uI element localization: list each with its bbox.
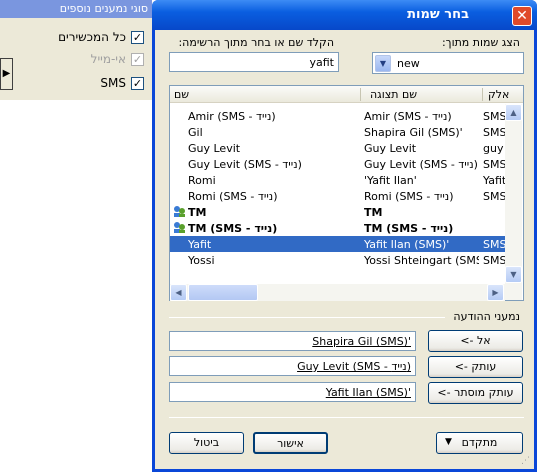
list-item[interactable]: Yossi Yossi Shteingart (SMS)' SMS <box>170 252 505 268</box>
cell-name: Guy Levit (SMS - נייד) <box>188 158 302 171</box>
option-label: כל המכשירים <box>58 30 126 44</box>
chevron-down-icon: ▼ <box>445 437 452 447</box>
cell-display: Romi (SMS - נייד) <box>364 190 454 203</box>
horizontal-scrollbar[interactable]: ◀ ▶ <box>170 284 505 301</box>
show-from-label: הצג שמות מתוך: <box>441 36 520 49</box>
scroll-left-icon[interactable]: ◀ <box>170 284 187 301</box>
list-item[interactable]: Guy Levit (SMS - נייד) Guy Levit (SMS - נ… <box>170 156 505 172</box>
cell-name: Yafit <box>188 238 212 251</box>
bcc-button[interactable]: עותק מוסתר -> <box>428 382 523 404</box>
advanced-button[interactable]: ▼ מתקדם <box>436 432 523 454</box>
cancel-button[interactable]: ביטול <box>169 432 244 454</box>
list-item[interactable]: Romi (SMS - נייד) Romi (SMS - נייד) SMS <box>170 188 505 204</box>
recipient-types-panel: סוגי נמענים נוספים ✓ כל המכשירים ✓ אי-מי… <box>0 0 152 100</box>
cell-display: Yossi Shteingart (SMS)' <box>364 254 479 267</box>
cell-email: SMS <box>483 238 505 251</box>
list-header: שם שם תצוגה אלק <box>170 86 523 103</box>
option-label: SMS <box>100 76 126 90</box>
cell-display: Guy Levit <box>364 142 417 155</box>
resize-grip-icon[interactable]: ⋰ <box>521 456 533 468</box>
cell-email: SMS <box>483 254 505 267</box>
recipients-label: נמעני ההודעה <box>453 310 520 323</box>
cell-email: SMS <box>483 158 505 171</box>
title-bar: בחר שמות ✕ <box>152 0 537 30</box>
cell-name: Romi (SMS - נייד) <box>188 190 278 203</box>
search-input[interactable]: yafit <box>169 52 339 72</box>
dialog-title: בחר שמות <box>407 7 469 22</box>
recipient-types-header: סוגי נמענים נוספים <box>0 0 152 18</box>
cell-display: 'Yafit Ilan' <box>364 174 417 187</box>
cell-email: SMS <box>483 110 505 123</box>
scroll-down-icon[interactable]: ▼ <box>505 266 522 283</box>
checkbox-all-devices[interactable]: ✓ <box>131 31 144 44</box>
list-item[interactable]: Yafit Yafit Ilan (SMS)' SMS <box>170 236 505 252</box>
divider <box>169 317 445 318</box>
scroll-thumb[interactable] <box>188 284 258 301</box>
option-sms[interactable]: ✓ SMS <box>0 75 148 93</box>
cell-name: TM <box>188 206 207 219</box>
close-icon[interactable]: ✕ <box>512 6 532 26</box>
distribution-list-icon <box>173 205 186 218</box>
cell-name: Guy Levit <box>188 142 241 155</box>
contacts-list[interactable]: שם שם תצוגה אלק Amir (SMS - נייד) Amir (S… <box>169 85 524 301</box>
cell-email: Yafit <box>483 174 505 187</box>
select-names-dialog: בחר שמות ✕ הצג שמות מתוך: ▼ new הקלד שם … <box>152 0 537 472</box>
divider <box>169 417 524 418</box>
scroll-right-icon[interactable]: ▶ <box>487 284 504 301</box>
to-field[interactable]: Shapira Gil (SMS)' <box>169 331 416 351</box>
bcc-field[interactable]: Yafit Ilan (SMS)' <box>169 382 416 402</box>
option-email: ✓ אי-מייל <box>0 51 148 69</box>
cell-email: SMS <box>483 190 505 203</box>
cell-email: SMS <box>483 126 505 139</box>
option-label: אי-מייל <box>90 52 126 66</box>
list-item[interactable]: Romi 'Yafit Ilan' Yafit <box>170 172 505 188</box>
column-header-display[interactable]: שם תצוגה <box>370 88 417 101</box>
show-from-select[interactable]: ▼ new <box>372 52 524 74</box>
list-item[interactable]: Amir (SMS - נייד) Amir (SMS - נייד) SMS <box>170 108 505 124</box>
ok-button[interactable]: אישור <box>253 432 328 454</box>
scroll-up-icon[interactable]: ▲ <box>505 104 522 121</box>
list-item[interactable]: Guy Levit Guy Levit guy <box>170 140 505 156</box>
cell-email: guy <box>483 142 504 155</box>
cell-name: TM (SMS - נייד) <box>188 222 278 235</box>
vertical-scrollbar[interactable]: ▲ ▼ <box>505 104 522 300</box>
cell-display: Yafit Ilan (SMS)' <box>364 238 450 251</box>
cell-display: TM <box>364 206 383 219</box>
option-all-devices[interactable]: ✓ כל המכשירים <box>0 29 148 47</box>
cc-button[interactable]: עותק -> <box>428 356 523 378</box>
column-separator[interactable] <box>360 88 361 101</box>
distribution-list-icon <box>173 221 186 234</box>
cell-name: Romi <box>188 174 216 187</box>
chevron-down-icon[interactable]: ▼ <box>375 55 391 72</box>
cell-display: Shapira Gil (SMS)' <box>364 126 463 139</box>
show-from-value: new <box>397 57 420 70</box>
cell-name: Amir (SMS - נייד) <box>188 110 276 123</box>
checkbox-sms[interactable]: ✓ <box>131 77 144 90</box>
column-header-name[interactable]: שם <box>174 88 189 101</box>
list-item[interactable]: TM TM <box>170 204 505 220</box>
search-label: הקלד שם או בחר מתוך הרשימה: <box>178 36 334 49</box>
checkbox-email: ✓ <box>131 53 144 66</box>
dialog-body: הצג שמות מתוך: ▼ new הקלד שם או בחר מתוך… <box>155 30 534 469</box>
expand-arrow-icon[interactable]: ▶ <box>0 58 13 90</box>
list-item[interactable]: Gil Shapira Gil (SMS)' SMS <box>170 124 505 140</box>
cell-name: Gil <box>188 126 203 139</box>
list-item[interactable]: TM (SMS - נייד) TM (SMS - נייד) <box>170 220 505 236</box>
column-header-email[interactable]: אלק <box>488 88 509 101</box>
column-separator[interactable] <box>482 88 483 101</box>
cc-field[interactable]: Guy Levit (SMS - נייד) <box>169 356 416 376</box>
cell-display: Guy Levit (SMS - נייד) <box>364 158 478 171</box>
to-button[interactable]: אל -> <box>428 330 523 352</box>
cell-display: Amir (SMS - נייד) <box>364 110 452 123</box>
cell-display: TM (SMS - נייד) <box>364 222 454 235</box>
cell-name: Yossi <box>188 254 215 267</box>
